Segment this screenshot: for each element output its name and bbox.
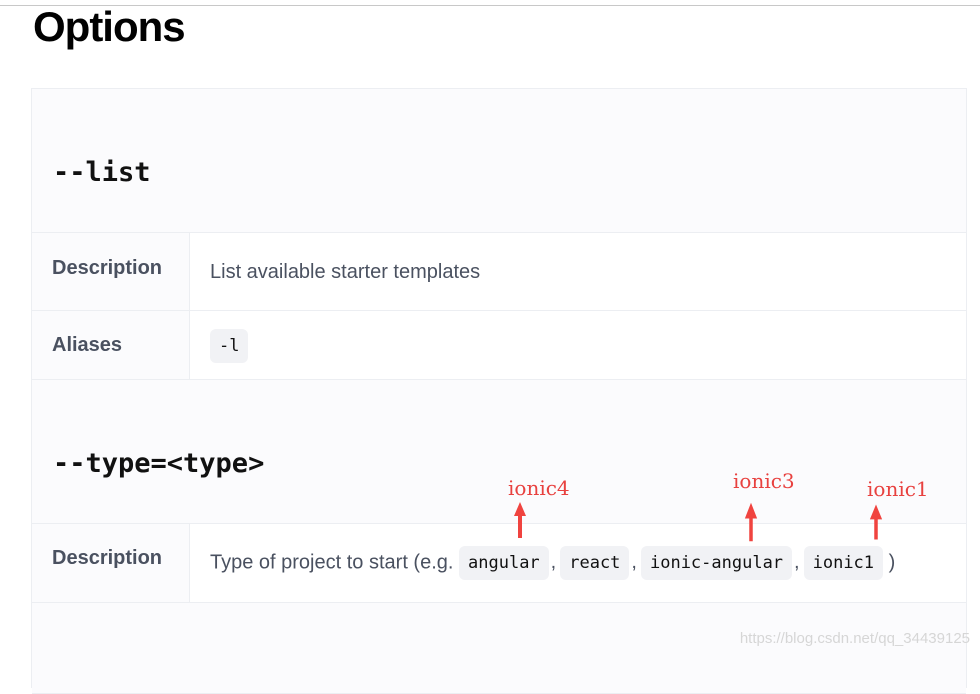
description-label-cell: Description — [32, 524, 190, 602]
options-table: --list Description List available starte… — [31, 88, 967, 688]
option-name-type: --type=<type> — [53, 448, 264, 479]
aliases-row-list: Aliases -l — [32, 311, 966, 380]
description-value-list: List available starter templates — [210, 261, 480, 284]
option-header-type: --type=<type> — [32, 380, 966, 524]
type-chip-ionic-angular: ionic-angular — [641, 546, 792, 580]
annotation-ionic1: ionic1 — [867, 477, 929, 501]
option-name-list: --list — [53, 157, 151, 188]
annotation-ionic3: ionic3 — [733, 469, 795, 493]
description-prefix: Type of project to start (e.g. — [210, 551, 453, 573]
separator: , — [551, 551, 557, 573]
empty-row — [32, 603, 966, 694]
separator: , — [794, 551, 800, 573]
arrow-up-icon — [744, 500, 758, 544]
separator: , — [631, 551, 637, 573]
type-chip-react: react — [560, 546, 629, 580]
description-label: Description — [52, 547, 162, 570]
alias-chip: -l — [210, 329, 248, 363]
description-label: Description — [52, 257, 162, 280]
description-label-cell: Description — [32, 233, 190, 310]
aliases-label-cell: Aliases — [32, 311, 190, 379]
description-value-type: Type of project to start (e.g. angular,r… — [210, 546, 895, 580]
type-chip-angular: angular — [459, 546, 549, 580]
aliases-value-list: -l — [210, 329, 248, 363]
watermark: https://blog.csdn.net/qq_34439125 — [740, 630, 970, 647]
annotation-ionic4: ionic4 — [508, 476, 570, 500]
aliases-label: Aliases — [52, 334, 122, 357]
description-row-list: Description List available starter templ… — [32, 233, 966, 311]
type-chip-ionic1: ionic1 — [804, 546, 883, 580]
description-row-type: Description Type of project to start (e.… — [32, 524, 966, 603]
arrow-up-icon — [513, 502, 527, 538]
option-header-list: --list — [32, 89, 966, 233]
description-suffix: ) — [889, 551, 896, 573]
page-title: Options — [33, 3, 185, 51]
arrow-up-icon — [869, 502, 883, 542]
